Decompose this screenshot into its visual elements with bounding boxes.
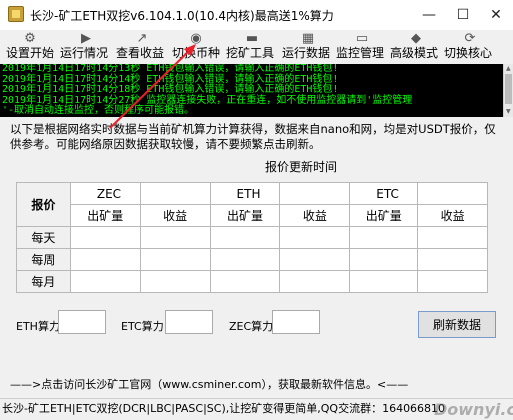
table-cell [349,270,419,293]
price-notice: 以下是根据网络实时数据与当前矿机算力计算获得，数据来自nano和网，均是对USD… [10,122,496,151]
table-row: 每天 [16,226,488,249]
table-cell [209,226,281,249]
zec-hashrate-label: ZEC算力 [229,320,274,333]
table-cell [417,226,488,249]
toolbar-advanced-mode[interactable]: ◆ 高级模式 [388,30,442,64]
toolbar-monitor-management[interactable]: ▭ 监控管理 [334,30,388,64]
column-header-earnings: 收益 [139,204,211,227]
log-line: 2019年1月14日17时14分13秒 ETH钱包输入错误，请输入正确的ETH钱… [2,64,339,74]
table-cell [209,270,281,293]
scroll-up-icon[interactable]: ▲ [506,65,511,72]
table-cell [69,248,141,271]
table-corner-label: 报价 [16,182,71,227]
eth-hashrate-input[interactable] [58,310,106,334]
close-button[interactable]: ✕ [479,0,513,30]
coin-header-eth: ETH [209,182,281,205]
toolbar-label: 高级模式 [390,46,439,60]
toolbar-label: 挖矿工具 [226,46,275,60]
table-cell [69,270,141,293]
column-header-earnings: 收益 [279,204,351,227]
update-time-label: 报价更新时间 [265,160,338,174]
window-title: 长沙-矿工ETH双挖v6.104.1.0(10.4内核)最高送1%算力 [30,9,334,23]
toolbar-label: 设置开始 [6,46,55,60]
price-table: 报价 ZEC ETH ETC 出矿量 收益 出矿量 收益 出矿量 收益 每天 每… [16,182,488,293]
log-line: '-取消自动连接监控，否则程序可能报错。 [2,105,195,116]
toolbar-label: 监控管理 [336,46,385,60]
table-cell [69,226,141,249]
toolbar-label: 切换核心 [444,46,493,60]
table-cell [279,226,351,249]
toolbar-run-data[interactable]: ▦ 运行数据 [280,30,334,64]
official-site-link[interactable]: ——>点击访问长沙矿工官网（www.csminer.com），获取最新软件信息。… [10,376,408,392]
column-header-output: 出矿量 [349,204,419,227]
table-cell [417,248,488,271]
scrollbar-thumb[interactable] [505,74,512,104]
toolbar-label: 运行情况 [60,46,109,60]
table-cell [417,182,488,205]
toolbar-view-earnings[interactable]: ↗ 查看收益 [114,30,168,64]
title-bar: 长沙-矿工ETH双挖v6.104.1.0(10.4内核)最高送1%算力 — ☐ … [0,0,513,30]
eth-hashrate-label: ETH算力 [16,320,60,333]
zec-hashrate-input[interactable] [272,310,320,334]
toolbar-label: 运行数据 [282,46,331,60]
coin-header-zec: ZEC [69,182,141,205]
column-header-output: 出矿量 [209,204,281,227]
table-row: 每月 [16,270,488,293]
app-logo-icon [8,6,24,22]
row-header-daily: 每天 [16,226,71,249]
table-cell [279,248,351,271]
table-cell [139,182,211,205]
table-cell [349,226,419,249]
toolbar: ⚙ 设置开始 ▶ 运行情况 ↗ 查看收益 ◉ 切换币种 ▬ 挖矿工具 ▦ 运行数… [0,30,513,64]
table-cell [139,270,211,293]
column-header-output: 出矿量 [69,204,141,227]
table-cell [279,270,351,293]
toolbar-switch-core[interactable]: ⟳ 切换核心 [442,30,498,64]
table-cell [139,248,211,271]
refresh-data-button[interactable]: 刷新数据 [418,311,496,338]
etc-hashrate-label: ETC算力 [121,320,164,333]
scroll-down-icon[interactable]: ▼ [506,108,511,115]
table-row: 每周 [16,248,488,271]
table-cell [349,248,419,271]
etc-hashrate-input[interactable] [165,310,213,334]
table-cell [279,182,351,205]
toolbar-switch-coin[interactable]: ◉ 切换币种 [170,30,222,64]
row-header-weekly: 每周 [16,248,71,271]
toolbar-mining-tools[interactable]: ▬ 挖矿工具 [224,30,278,64]
toolbar-running-status[interactable]: ▶ 运行情况 [58,30,112,64]
row-header-monthly: 每月 [16,270,71,293]
toolbar-label: 查看收益 [116,46,165,60]
log-scrollbar[interactable]: ▲ ▼ [503,64,513,117]
table-cell [417,270,488,293]
coin-header-etc: ETC [349,182,419,205]
minimize-button[interactable]: — [412,0,446,30]
toolbar-settings-start[interactable]: ⚙ 设置开始 [4,30,56,64]
watermark: Downyi.com [434,400,513,419]
table-cell [139,226,211,249]
toolbar-label: 切换币种 [172,46,221,60]
column-header-earnings: 收益 [417,204,488,227]
log-line: 2019年1月14日17时14分18秒 ETH钱包输入错误，请输入正确的ETH钱… [2,84,339,95]
log-console[interactable]: 2019年1月14日17时14分13秒 ETH钱包输入错误，请输入正确的ETH钱… [0,64,503,117]
maximize-button[interactable]: ☐ [446,0,480,30]
table-cell [209,248,281,271]
